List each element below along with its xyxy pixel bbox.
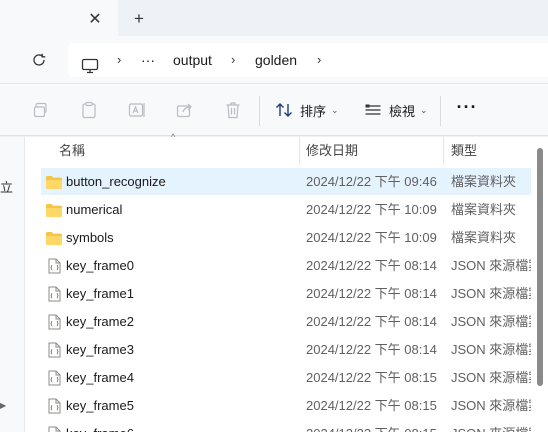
address-bar[interactable]: › ··· output › golden › (68, 43, 548, 77)
computer-icon[interactable] (81, 52, 99, 74)
column-divider[interactable] (443, 137, 444, 165)
command-bar: 排序 ⌄ 檢視 ⌄ ··· (0, 83, 548, 136)
folder-row[interactable]: symbols 2024/12/22 下午 10:09 檔案資料夾 (41, 224, 531, 251)
json-file-icon (45, 398, 63, 414)
more-options-icon[interactable]: ··· (456, 98, 478, 122)
nav-item-partial[interactable]: 立 (0, 177, 13, 196)
chevron-down-icon: ⌄ (331, 104, 339, 115)
scrollbar[interactable] (537, 148, 543, 386)
json-file-icon (45, 426, 63, 432)
refresh-icon[interactable] (28, 49, 50, 71)
folder-icon (45, 174, 63, 190)
file-name: key_frame2 (66, 314, 134, 329)
address-row: › ··· output › golden › (0, 36, 548, 83)
breadcrumb-chevron[interactable]: › (117, 43, 121, 77)
file-date: 2024/12/22 下午 08:14 (306, 314, 437, 329)
json-file-icon (45, 314, 63, 330)
sort-indicator-icon: ^ (171, 132, 176, 142)
file-name: key_frame4 (66, 370, 134, 385)
file-type: JSON 來源檔案 (451, 258, 531, 273)
rename-icon[interactable] (127, 100, 147, 120)
view-icon (365, 104, 381, 115)
folder-icon (45, 202, 63, 218)
toolbar-divider (259, 96, 260, 126)
file-type: 檔案資料夾 (451, 174, 517, 189)
sort-icon (276, 103, 292, 117)
file-date: 2024/12/22 下午 08:14 (306, 258, 437, 273)
file-row[interactable]: key_frame6 2024/12/22 下午 08:15 JSON 來源檔案 (41, 420, 531, 432)
cut-icon[interactable] (31, 100, 51, 120)
file-type: JSON 來源檔案 (451, 370, 531, 385)
file-row[interactable]: key_frame4 2024/12/22 下午 08:15 JSON 來源檔案 (41, 364, 531, 391)
file-date: 2024/12/22 下午 08:15 (306, 398, 437, 413)
column-name[interactable]: 名稱 (59, 137, 85, 165)
file-name: key_frame3 (66, 342, 134, 357)
delete-icon[interactable] (223, 100, 243, 120)
file-name: numerical (66, 202, 123, 217)
breadcrumb-output[interactable]: output (173, 43, 212, 77)
folder-row[interactable]: numerical 2024/12/22 下午 10:09 檔案資料夾 (41, 196, 531, 223)
file-row[interactable]: key_frame2 2024/12/22 下午 08:14 JSON 來源檔案 (41, 308, 531, 335)
file-date: 2024/12/22 下午 08:15 (306, 420, 437, 432)
close-tab-icon[interactable]: ✕ (84, 8, 106, 30)
file-row[interactable]: key_frame3 2024/12/22 下午 08:14 JSON 來源檔案 (41, 336, 531, 363)
new-tab-icon[interactable]: + (128, 8, 150, 30)
folder-icon (45, 230, 63, 246)
file-list: ^ 名稱 修改日期 類型 button_recognize 2024/12/22 … (25, 132, 548, 432)
json-file-icon (45, 286, 63, 302)
file-name: button_recognize (66, 174, 166, 189)
file-date: 2024/12/22 下午 08:14 (306, 286, 437, 301)
file-type: JSON 來源檔案 (451, 398, 531, 413)
navigation-pane: 立 ▶ (0, 137, 24, 432)
file-row[interactable]: key_frame1 2024/12/22 下午 08:14 JSON 來源檔案 (41, 280, 531, 307)
view-button[interactable]: 檢視 ⌄ (364, 97, 428, 123)
file-name: symbols (66, 230, 114, 245)
column-type[interactable]: 類型 (451, 137, 477, 165)
file-type: 檔案資料夾 (451, 202, 517, 217)
toolbar-divider (440, 96, 441, 126)
file-date: 2024/12/22 下午 10:09 (306, 230, 437, 245)
paste-icon[interactable] (79, 100, 99, 120)
json-file-icon (45, 342, 63, 358)
file-date: 2024/12/22 下午 09:46 (306, 174, 437, 189)
file-type: JSON 來源檔案 (451, 286, 531, 301)
file-date: 2024/12/22 下午 08:14 (306, 342, 437, 357)
file-name: key_frame1 (66, 286, 134, 301)
json-file-icon (45, 370, 63, 386)
breadcrumb-chevron[interactable]: › (231, 43, 235, 77)
tab-bar: ✕ + (0, 0, 548, 36)
breadcrumb-golden[interactable]: golden (255, 43, 297, 77)
file-row[interactable]: key_frame5 2024/12/22 下午 08:15 JSON 來源檔案 (41, 392, 531, 419)
share-icon[interactable] (175, 100, 195, 120)
folder-row[interactable]: button_recognize 2024/12/22 下午 09:46 檔案資料夾 (41, 168, 531, 195)
column-date[interactable]: 修改日期 (306, 137, 358, 165)
file-date: 2024/12/22 下午 08:15 (306, 370, 437, 385)
expand-arrow-icon[interactable]: ▶ (0, 401, 6, 410)
file-type: JSON 來源檔案 (451, 314, 531, 329)
file-type: JSON 來源檔案 (451, 420, 531, 432)
file-row[interactable]: key_frame0 2024/12/22 下午 08:14 JSON 來源檔案 (41, 252, 531, 279)
json-file-icon (45, 258, 63, 274)
tab-active[interactable]: ✕ (0, 0, 118, 36)
file-type: 檔案資料夾 (451, 230, 517, 245)
chevron-down-icon: ⌄ (420, 104, 428, 115)
column-header: ^ 名稱 修改日期 類型 (25, 132, 548, 165)
file-name: key_frame5 (66, 398, 134, 413)
view-label: 檢視 (389, 103, 416, 119)
column-divider[interactable] (299, 137, 300, 165)
sort-button[interactable]: 排序 ⌄ (275, 97, 339, 123)
file-date: 2024/12/22 下午 10:09 (306, 202, 437, 217)
breadcrumb-chevron[interactable]: › (317, 43, 321, 77)
file-name: key_frame0 (66, 258, 134, 273)
file-name: key_frame6 (66, 420, 134, 432)
file-type: JSON 來源檔案 (451, 342, 531, 357)
sort-label: 排序 (300, 103, 327, 119)
breadcrumb-overflow[interactable]: ··· (141, 43, 155, 77)
